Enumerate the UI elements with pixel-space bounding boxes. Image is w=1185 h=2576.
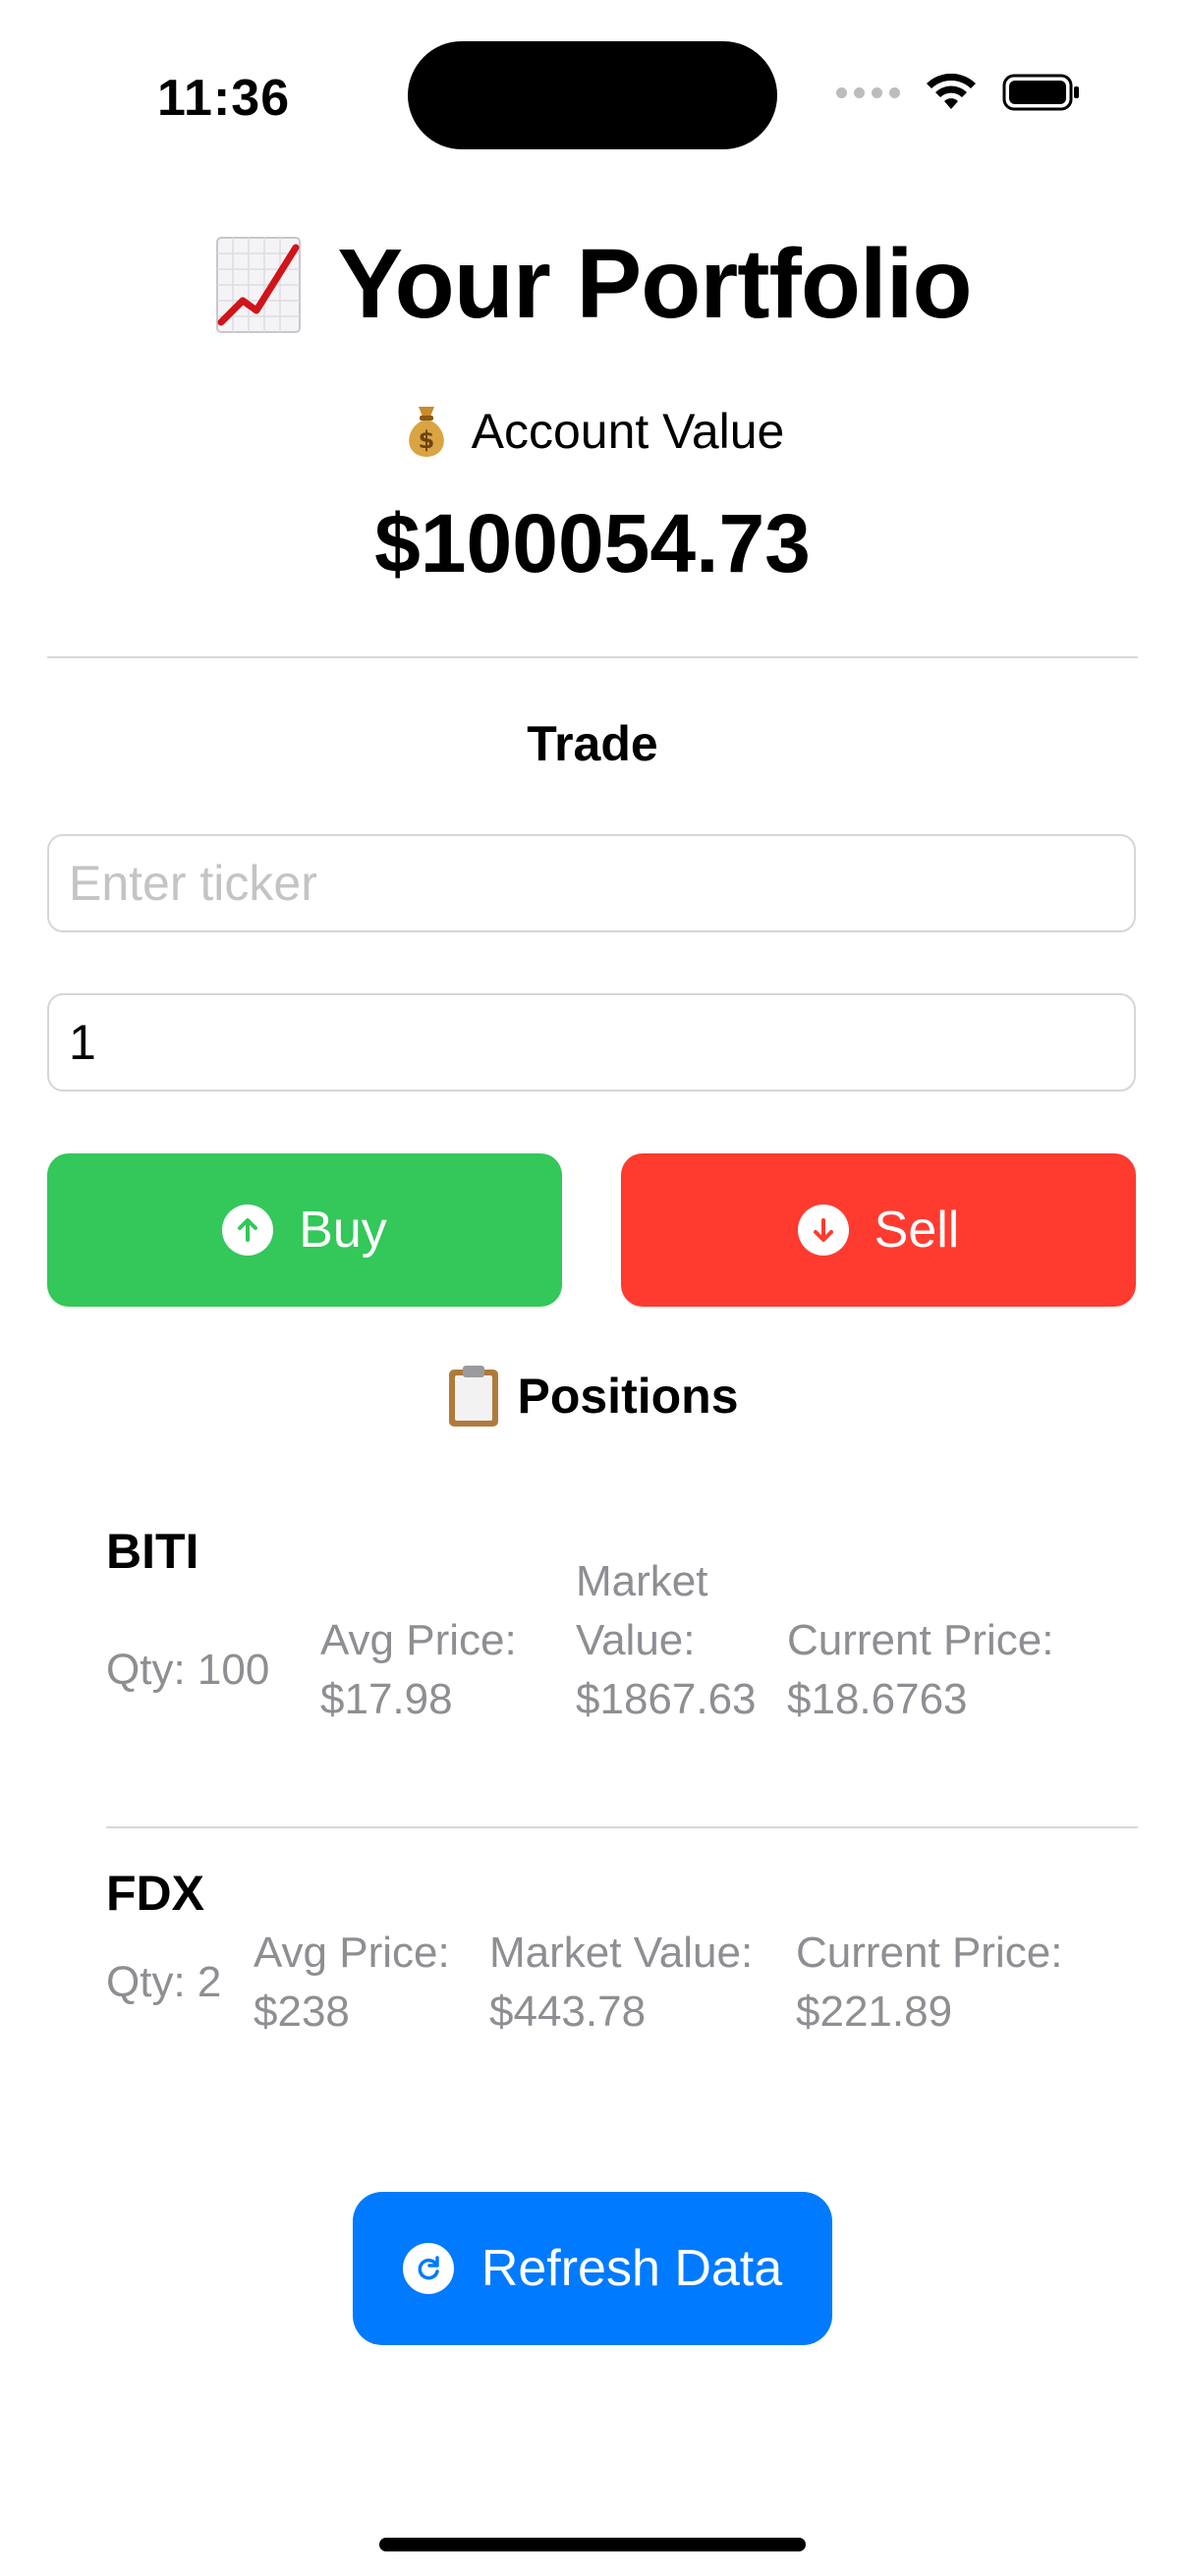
cellular-signal-icon — [836, 86, 900, 98]
account-label-text: Account Value — [471, 404, 785, 459]
positions-divider — [106, 1826, 1138, 1828]
ticker-field[interactable] — [47, 834, 1136, 932]
money-bag-icon: $ — [408, 407, 444, 457]
avg-price-value: $238 — [254, 1988, 350, 2036]
avg-price-value: $17.98 — [320, 1675, 453, 1723]
battery-icon — [1002, 74, 1079, 111]
current-price-value: $221.89 — [796, 1988, 953, 2036]
positions-title: Positions — [0, 1364, 1185, 1428]
position-current-price: Current Price: $221.89 — [796, 1924, 1062, 2042]
current-price-label: Current Price: — [787, 1616, 1054, 1664]
title-text: Your Portfolio — [337, 229, 972, 339]
position-qty: Qty: 2 — [106, 1958, 222, 2006]
quantity-field[interactable] — [47, 993, 1136, 1092]
position-row-biti: BITI Qty: 100 Avg Price: $17.98 Market V… — [106, 1513, 1138, 1808]
position-market-value: Market Value: $1867.63 — [576, 1552, 757, 1729]
sell-label: Sell — [874, 1202, 960, 1259]
dynamic-island — [408, 41, 777, 149]
market-value-label-line1: Market — [576, 1557, 708, 1605]
status-bar: 11:36 — [0, 0, 1185, 196]
account-value-label: $ Account Value — [0, 403, 1185, 460]
current-price-value: $18.6763 — [787, 1675, 968, 1723]
buy-label: Buy — [299, 1202, 387, 1259]
refresh-icon — [402, 2243, 454, 2294]
position-ticker: FDX — [106, 1866, 204, 1921]
home-indicator[interactable] — [379, 2538, 806, 2551]
status-icons — [836, 73, 1081, 112]
svg-text:$: $ — [418, 426, 434, 454]
market-value-label: Market Value: — [489, 1929, 754, 1977]
wifi-icon — [927, 74, 976, 109]
position-avg-price: Avg Price: $238 — [254, 1924, 450, 2042]
position-market-value: Market Value: $443.78 — [489, 1924, 753, 2042]
position-qty: Qty: 100 — [106, 1646, 270, 1694]
clipboard-icon — [449, 1366, 499, 1427]
trade-section-title: Trade — [527, 716, 658, 771]
chart-increasing-icon — [216, 236, 302, 333]
arrow-down-circle-icon — [797, 1204, 849, 1256]
position-avg-price: Avg Price: $17.98 — [320, 1611, 517, 1729]
avg-price-label: Avg Price: — [320, 1616, 517, 1664]
refresh-label: Refresh Data — [480, 2240, 783, 2297]
current-price-label: Current Price: — [796, 1929, 1063, 1977]
position-ticker: BITI — [106, 1524, 199, 1579]
avg-price-label: Avg Price: — [254, 1929, 450, 1977]
arrow-up-circle-icon — [222, 1204, 274, 1256]
status-time: 11:36 — [157, 70, 291, 127]
ticker-input[interactable] — [49, 836, 1134, 930]
quantity-input[interactable] — [49, 995, 1134, 1090]
refresh-data-button[interactable]: Refresh Data — [353, 2192, 832, 2345]
position-row-fdx: FDX Qty: 2 Avg Price: $238 Market Value:… — [106, 1855, 1138, 2081]
market-value-label-line2: Value: — [576, 1616, 696, 1664]
header-divider — [47, 656, 1138, 658]
account-value: $100054.73 — [374, 497, 811, 589]
market-value-value: $443.78 — [489, 1988, 647, 2036]
position-current-price: Current Price: $18.6763 — [787, 1611, 1053, 1729]
positions-title-text: Positions — [517, 1369, 739, 1424]
page-title: Your Portfolio — [0, 228, 1185, 341]
sell-button[interactable]: Sell — [621, 1153, 1136, 1307]
market-value-value: $1867.63 — [576, 1675, 757, 1723]
buy-button[interactable]: Buy — [47, 1153, 562, 1307]
